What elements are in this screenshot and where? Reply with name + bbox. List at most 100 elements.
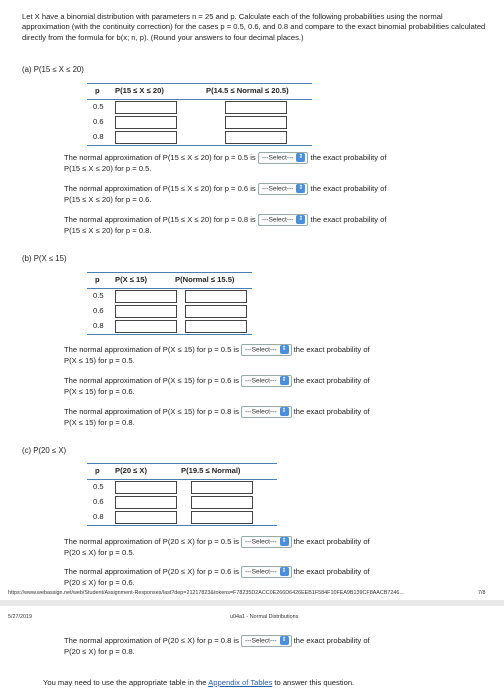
exact-input-c-05[interactable] — [115, 481, 177, 494]
question-text: the exact probability of — [293, 537, 370, 546]
col-exact: P(X ≤ 15) — [115, 275, 148, 284]
table-row: 0.5 — [87, 480, 277, 494]
question-text: The normal approximation of P(20 ≤ X) fo… — [64, 636, 239, 645]
exact-input-b-05[interactable] — [115, 290, 177, 303]
chevron-down-icon: ⇕ — [279, 407, 289, 416]
col-p: p — [95, 86, 100, 95]
print-header-title: u04a1 - Normal Distributions — [230, 614, 299, 620]
question-text: P(X ≤ 15) for p = 0.5. — [64, 356, 135, 365]
select-label: ---Select--- — [245, 377, 277, 385]
question-text: P(20 ≤ X) for p = 0.5. — [64, 548, 135, 557]
select-label: ---Select--- — [245, 346, 277, 354]
col-normal: P(14.5 ≤ Normal ≤ 20.5) — [206, 86, 289, 95]
table-row: 0.8 — [87, 319, 252, 333]
select-label: ---Select--- — [245, 408, 277, 416]
col-exact: P(20 ≤ X) — [115, 466, 148, 475]
exact-input-b-08[interactable] — [115, 320, 177, 333]
question-text: P(20 ≤ X) for p = 0.6. — [64, 578, 135, 587]
compare-select[interactable]: ---Select--- ⇕ — [257, 214, 309, 226]
normal-input-b-05[interactable] — [185, 290, 247, 303]
exact-input-c-06[interactable] — [115, 496, 177, 509]
p-value: 0.5 — [93, 482, 104, 491]
select-label: ---Select--- — [261, 185, 294, 193]
question-text: The normal approximation of P(15 ≤ X ≤ 2… — [64, 215, 256, 224]
p-value: 0.5 — [93, 102, 104, 111]
question-a-3: The normal approximation of P(15 ≤ X ≤ 2… — [64, 214, 484, 236]
normal-input-c-05[interactable] — [191, 481, 253, 494]
question-text: the exact probability of — [293, 345, 370, 354]
exact-input-a-05[interactable] — [115, 101, 177, 114]
question-text: the exact probability of — [293, 407, 370, 416]
chevron-down-icon: ⇕ — [279, 376, 289, 385]
question-text: P(X ≤ 15) for p = 0.8. — [64, 418, 135, 427]
col-normal: P(Normal ≤ 15.5) — [175, 275, 235, 284]
p-value: 0.8 — [93, 512, 104, 521]
question-text: P(15 ≤ X ≤ 20) for p = 0.8. — [64, 226, 152, 235]
note-text: to answer this question. — [274, 678, 355, 687]
compare-select[interactable]: ---Select--- ⇕ — [241, 344, 292, 356]
p-value: 0.6 — [93, 117, 104, 126]
compare-select[interactable]: ---Select--- ⇕ — [241, 566, 292, 578]
compare-select[interactable]: ---Select--- ⇕ — [257, 152, 309, 164]
question-text: The normal approximation of P(X ≤ 15) fo… — [64, 376, 239, 385]
question-c-1: The normal approximation of P(20 ≤ X) fo… — [64, 536, 484, 558]
question-text: P(X ≤ 15) for p = 0.6. — [64, 387, 135, 396]
chevron-down-icon: ⇕ — [279, 636, 289, 645]
chevron-down-icon: ⇕ — [279, 345, 289, 354]
normal-input-b-08[interactable] — [185, 320, 247, 333]
appendix-link[interactable]: Appendix of Tables — [208, 678, 272, 687]
part-a-label: (a) P(15 ≤ X ≤ 20) — [22, 65, 84, 74]
p-value: 0.8 — [93, 132, 104, 141]
print-date: 5/27/2019 — [8, 614, 32, 620]
note-text: You may need to use the appropriate tabl… — [43, 678, 207, 687]
table-row: 0.5 — [87, 100, 312, 114]
compare-select[interactable]: ---Select--- ⇕ — [257, 183, 309, 195]
question-text: the exact probability of — [310, 184, 387, 193]
normal-input-a-08[interactable] — [225, 131, 287, 144]
normal-input-a-05[interactable] — [225, 101, 287, 114]
chevron-down-icon: ⇕ — [296, 153, 306, 162]
question-text: The normal approximation of P(15 ≤ X ≤ 2… — [64, 184, 256, 193]
question-c-3: The normal approximation of P(20 ≤ X) fo… — [64, 635, 484, 657]
question-text: The normal approximation of P(20 ≤ X) fo… — [64, 567, 239, 576]
question-text: the exact probability of — [293, 636, 370, 645]
question-text: The normal approximation of P(X ≤ 15) fo… — [64, 407, 239, 416]
compare-select[interactable]: ---Select--- ⇕ — [241, 635, 292, 647]
select-label: ---Select--- — [261, 154, 294, 162]
exact-input-a-08[interactable] — [115, 131, 177, 144]
question-c-2: The normal approximation of P(20 ≤ X) fo… — [64, 566, 484, 588]
question-text: the exact probability of — [293, 567, 370, 576]
table-row: 0.6 — [87, 495, 277, 509]
question-a-2: The normal approximation of P(15 ≤ X ≤ 2… — [64, 183, 484, 205]
col-p: p — [95, 466, 100, 475]
normal-input-b-06[interactable] — [185, 305, 247, 318]
p-value: 0.6 — [93, 497, 104, 506]
table-part-a: p P(15 ≤ X ≤ 20) P(14.5 ≤ Normal ≤ 20.5)… — [87, 83, 312, 146]
table-row: 0.8 — [87, 510, 277, 524]
select-label: ---Select--- — [245, 568, 277, 576]
part-b-label: (b) P(X ≤ 15) — [22, 254, 67, 263]
compare-select[interactable]: ---Select--- ⇕ — [241, 406, 292, 418]
compare-select[interactable]: ---Select--- ⇕ — [241, 536, 292, 548]
question-b-3: The normal approximation of P(X ≤ 15) fo… — [64, 406, 484, 428]
select-label: ---Select--- — [245, 538, 277, 546]
compare-select[interactable]: ---Select--- ⇕ — [241, 375, 292, 387]
question-text: the exact probability of — [310, 215, 387, 224]
col-p: p — [95, 275, 100, 284]
normal-input-c-06[interactable] — [191, 496, 253, 509]
col-normal: P(19.5 ≤ Normal) — [181, 466, 241, 475]
exact-input-c-08[interactable] — [115, 511, 177, 524]
exact-input-a-06[interactable] — [115, 116, 177, 129]
table-row: 0.5 — [87, 289, 252, 303]
p-value: 0.5 — [93, 291, 104, 300]
chevron-down-icon: ⇕ — [279, 537, 289, 546]
select-label: ---Select--- — [261, 216, 294, 224]
normal-input-c-08[interactable] — [191, 511, 253, 524]
part-c-label: (c) P(20 ≤ X) — [22, 446, 67, 455]
normal-input-a-06[interactable] — [225, 116, 287, 129]
exact-input-b-06[interactable] — [115, 305, 177, 318]
chevron-down-icon: ⇕ — [296, 184, 306, 193]
problem-intro: Let X have a binomial distribution with … — [22, 12, 486, 42]
col-exact: P(15 ≤ X ≤ 20) — [115, 86, 164, 95]
question-a-1: The normal approximation of P(15 ≤ X ≤ 2… — [64, 152, 484, 174]
